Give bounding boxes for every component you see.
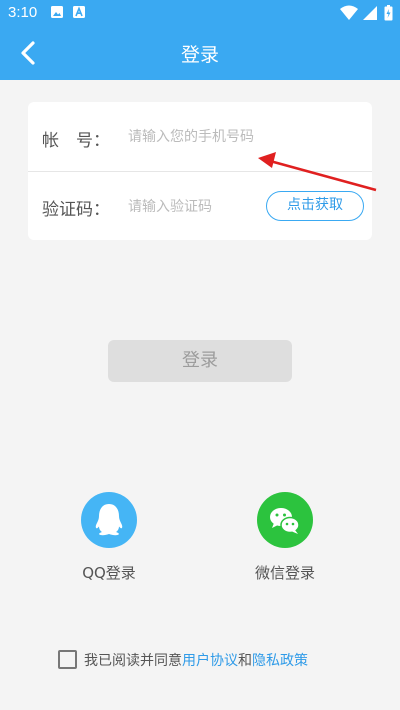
wechat-login-label: 微信登录 — [254, 564, 315, 582]
battery-charging-icon — [384, 5, 393, 21]
status-time: 3:10 — [8, 4, 38, 21]
get-code-button[interactable]: 点击获取 — [266, 191, 364, 221]
login-form-card: 帐 号： 验证码： 点击获取 — [28, 102, 372, 240]
status-bar: 3:10 — [0, 0, 400, 26]
account-label: 帐 号： — [42, 131, 110, 151]
verification-code-input[interactable] — [128, 196, 258, 218]
qq-icon[interactable] — [81, 492, 137, 548]
code-label: 验证码： — [42, 200, 110, 220]
image-notification-icon — [51, 6, 63, 18]
wechat-login-button[interactable]: 微信登录 — [245, 492, 325, 583]
agreement-and: 和 — [238, 653, 252, 669]
agreement-prefix: 我已阅读并同意 — [84, 653, 182, 669]
phone-input[interactable] — [128, 126, 358, 148]
page-title: 登录 — [180, 44, 219, 66]
qq-login-label: QQ登录 — [82, 564, 136, 582]
wifi-icon — [340, 5, 358, 20]
privacy-policy-link[interactable]: 隐私政策 — [252, 653, 308, 669]
user-agreement-link[interactable]: 用户协议 — [182, 653, 238, 669]
login-button[interactable]: 登录 — [108, 340, 292, 382]
signal-icon — [363, 6, 377, 20]
agreement-text: 我已阅读并同意用户协议和隐私政策 — [84, 650, 308, 670]
qq-login-button[interactable]: QQ登录 — [69, 492, 149, 583]
app-bar: 登录 — [0, 26, 400, 80]
agreement-checkbox[interactable] — [58, 650, 77, 669]
app-notification-icon — [73, 6, 85, 18]
form-divider — [28, 171, 372, 172]
wechat-icon[interactable] — [257, 492, 313, 548]
